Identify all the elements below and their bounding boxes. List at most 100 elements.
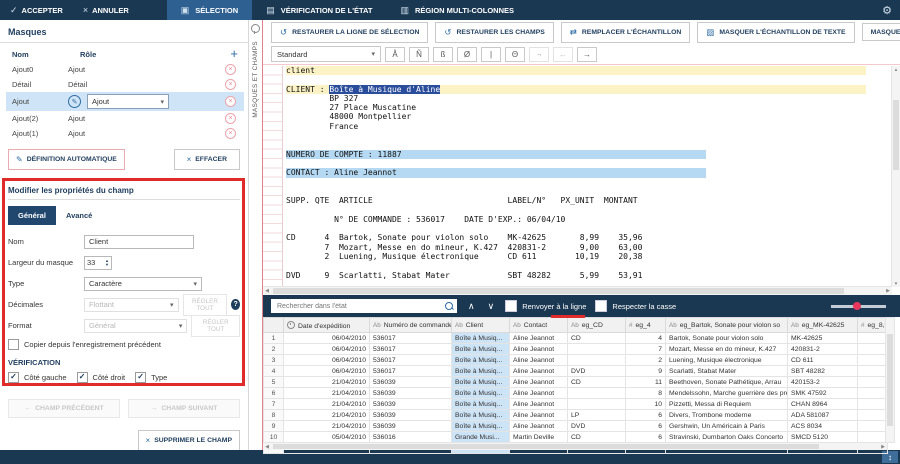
cell[interactable]: 10 bbox=[626, 399, 666, 410]
cell[interactable]: 536039 bbox=[370, 410, 452, 421]
scroll-up-icon[interactable]: ▲ bbox=[892, 67, 900, 72]
cell[interactable]: 9 bbox=[626, 366, 666, 377]
table-row[interactable]: 921/04/2010536039Boîte à Musiq...Aline J… bbox=[264, 421, 888, 432]
tab-s-lection[interactable]: ▣SÉLECTION bbox=[167, 0, 252, 20]
scroll-left-icon[interactable]: ◀ bbox=[263, 444, 271, 450]
tab-v-rification-de-l-tat[interactable]: ▤VÉRIFICATION DE L'ÉTAT bbox=[252, 0, 386, 20]
cell[interactable]: Grande Musi... bbox=[452, 432, 510, 443]
cell[interactable]: Aline Jeannot bbox=[510, 410, 568, 421]
cell[interactable]: 6 bbox=[626, 432, 666, 443]
cell[interactable]: 21/04/2010 bbox=[284, 421, 370, 432]
help-icon[interactable]: ? bbox=[231, 299, 240, 310]
cell[interactable]: Boîte à Musiq... bbox=[452, 333, 510, 344]
cell[interactable]: CD bbox=[568, 333, 626, 344]
verification-option[interactable]: Côté droit bbox=[77, 371, 126, 383]
cell[interactable] bbox=[858, 366, 888, 377]
table-row[interactable]: 106/04/2010536017Boîte à Musiq...Aline J… bbox=[264, 333, 888, 344]
mask-row[interactable]: Ajout(1)Ajout× bbox=[6, 126, 244, 141]
scroll-right-icon[interactable]: ▶ bbox=[879, 444, 887, 450]
table-row[interactable]: 1005/04/2010536016Grande Musi...Martin D… bbox=[264, 432, 888, 443]
cell[interactable] bbox=[858, 333, 888, 344]
cell[interactable]: Gershwin, Un Américain à Paris bbox=[666, 421, 788, 432]
cell[interactable]: 7 bbox=[626, 344, 666, 355]
column-header-eg-4[interactable]: #eg_4 bbox=[626, 318, 666, 333]
zoom-slider[interactable] bbox=[831, 305, 886, 308]
cell[interactable]: SMCD 5120 bbox=[788, 432, 858, 443]
cell[interactable]: 06/04/2010 bbox=[284, 366, 370, 377]
report-vertical-scrollbar[interactable]: ▲ ▼ bbox=[891, 66, 900, 287]
table-row[interactable]: 206/04/2010536017Boîte à Musiq...Aline J… bbox=[264, 344, 888, 355]
table-horizontal-scrollbar[interactable]: ◀ ▶ bbox=[263, 442, 887, 450]
copy-previous-checkbox[interactable] bbox=[8, 339, 19, 350]
cell[interactable]: Boîte à Musiq... bbox=[452, 410, 510, 421]
cell[interactable] bbox=[568, 344, 626, 355]
trap-button-[interactable]: Ø bbox=[457, 47, 477, 62]
verification-checkbox[interactable] bbox=[77, 372, 88, 383]
table-row[interactable]: 721/04/2010536039Boîte à Musiq...Aline J… bbox=[264, 399, 888, 410]
cell[interactable]: Aline Jeannot bbox=[510, 344, 568, 355]
cell[interactable]: Boîte à Musiq... bbox=[452, 421, 510, 432]
cell[interactable]: CD bbox=[568, 377, 626, 388]
cell[interactable]: LP bbox=[568, 410, 626, 421]
table-row[interactable]: 306/04/2010536017Boîte à Musiq...Aline J… bbox=[264, 355, 888, 366]
report-horizontal-scrollbar[interactable]: ◀ ▶ bbox=[263, 286, 892, 295]
cell[interactable]: 11 bbox=[626, 377, 666, 388]
cell[interactable]: 06/04/2010 bbox=[284, 333, 370, 344]
cell[interactable]: 536016 bbox=[370, 432, 452, 443]
auto-define-button[interactable]: ✎ DÉFINITION AUTOMATIQUE bbox=[8, 149, 125, 170]
masque-d-effacement-dropdown[interactable]: MASQUE D'EFFACEMENT▾ bbox=[862, 23, 900, 41]
cell[interactable]: Boîte à Musiq... bbox=[452, 388, 510, 399]
table-row[interactable]: 406/04/2010536017Boîte à Musiq...Aline J… bbox=[264, 366, 888, 377]
name-field[interactable]: Client bbox=[84, 235, 194, 249]
mask-row[interactable]: DétailDétail× bbox=[6, 77, 244, 92]
column-header-eg-cd[interactable]: Abeg_CD bbox=[568, 318, 626, 333]
delete-mask-icon[interactable]: × bbox=[225, 128, 236, 139]
cell[interactable] bbox=[568, 355, 626, 366]
accept-button[interactable]: ✓ ACCEPTER bbox=[0, 0, 73, 20]
cell[interactable]: 536039 bbox=[370, 421, 452, 432]
scroll-down-icon[interactable]: ▼ bbox=[892, 281, 900, 286]
type-select[interactable]: Caractère ▾ bbox=[84, 277, 202, 291]
cell[interactable]: Aline Jeannot bbox=[510, 333, 568, 344]
trap-button-[interactable]: | bbox=[481, 47, 501, 62]
cell[interactable]: CHAN 8964 bbox=[788, 399, 858, 410]
case-option[interactable]: Respecter la casse bbox=[595, 300, 676, 312]
tab-g-n-ral[interactable]: Général bbox=[8, 206, 56, 225]
edit-mask-icon[interactable]: ✎ bbox=[68, 95, 81, 108]
cell[interactable]: 21/04/2010 bbox=[284, 377, 370, 388]
cell[interactable]: Beethoven, Sonate Pathétique, Arrau bbox=[666, 377, 788, 388]
cell[interactable]: DVD bbox=[568, 366, 626, 377]
cell[interactable]: Aline Jeannot bbox=[510, 355, 568, 366]
mask-row[interactable]: Ajout✎Ajout▾× bbox=[6, 92, 244, 111]
slider-thumb[interactable] bbox=[853, 302, 861, 310]
cell[interactable]: Luening, Musique électronique bbox=[666, 355, 788, 366]
stepper-arrows-icon[interactable]: ▲▼ bbox=[105, 259, 109, 267]
cell[interactable] bbox=[568, 388, 626, 399]
column-header-date-d-exp-dition[interactable]: Date d'expédition bbox=[284, 318, 370, 333]
table-row[interactable]: 621/04/2010536039Boîte à Musiq...Aline J… bbox=[264, 388, 888, 399]
search-previous-button[interactable]: ∧ bbox=[466, 301, 477, 312]
cell[interactable]: Aline Jeannot bbox=[510, 399, 568, 410]
cell[interactable] bbox=[858, 388, 888, 399]
cell[interactable]: ACS 8034 bbox=[788, 421, 858, 432]
delete-mask-icon[interactable]: × bbox=[225, 64, 236, 75]
remplacer-l-chantillon-button[interactable]: ⇄REMPLACER L'ÉCHANTILLON bbox=[561, 22, 691, 43]
delete-mask-icon[interactable]: × bbox=[225, 96, 236, 107]
cell[interactable]: 536017 bbox=[370, 333, 452, 344]
cell[interactable]: CD bbox=[568, 432, 626, 443]
masquer-l-chantillon-de-texte-button[interactable]: ▨MASQUER L'ÉCHANTILLON DE TEXTE bbox=[697, 22, 854, 43]
cell[interactable]: CD 611 bbox=[788, 355, 858, 366]
search-icon[interactable] bbox=[445, 302, 453, 310]
cell[interactable]: Boîte à Musiq... bbox=[452, 355, 510, 366]
cell[interactable]: Mendelssohn, Marche guerrière des prêtre bbox=[666, 388, 788, 399]
table-row[interactable]: 521/04/2010536039Boîte à Musiq...Aline J… bbox=[264, 377, 888, 388]
cell[interactable]: Boîte à Musiq... bbox=[452, 377, 510, 388]
cell[interactable]: Divers, Trombone moderne bbox=[666, 410, 788, 421]
trap-button-[interactable]: → bbox=[577, 47, 597, 62]
cell[interactable]: 536017 bbox=[370, 355, 452, 366]
delete-field-button[interactable]: × SUPPRIMER LE CHAMP bbox=[138, 430, 240, 450]
cell[interactable]: 2 bbox=[626, 355, 666, 366]
delete-mask-icon[interactable]: × bbox=[225, 79, 236, 90]
cell[interactable]: Aline Jeannot bbox=[510, 388, 568, 399]
cell[interactable]: 21/04/2010 bbox=[284, 410, 370, 421]
